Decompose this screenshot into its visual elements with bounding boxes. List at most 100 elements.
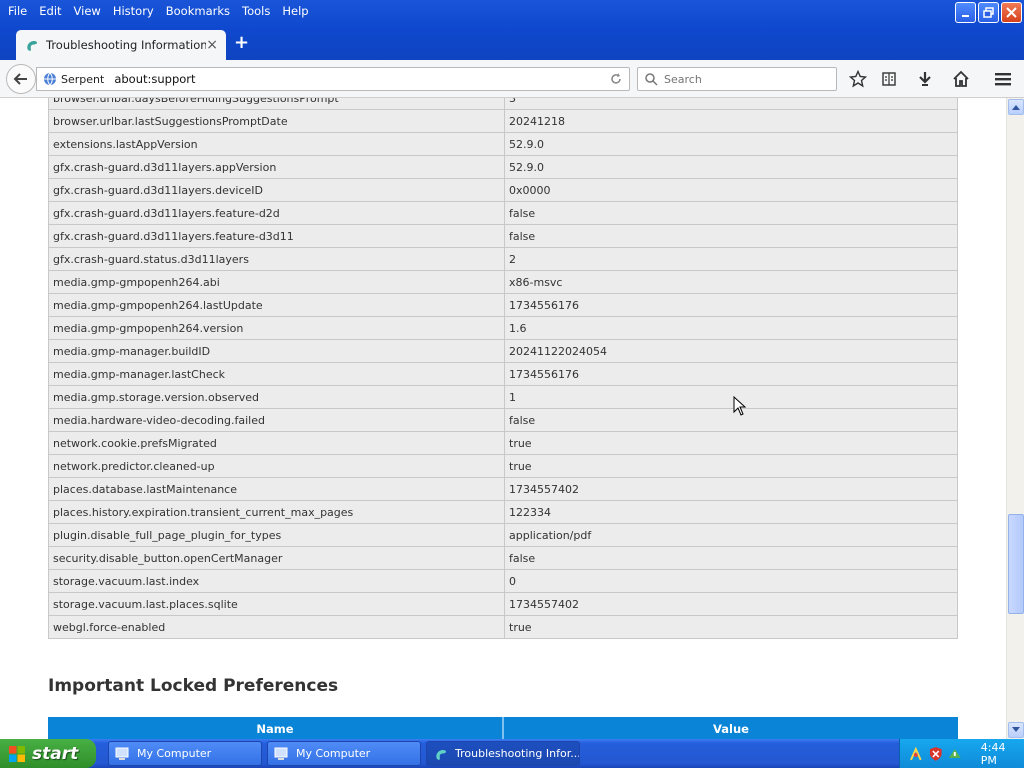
network-icon[interactable]: [908, 746, 924, 762]
pref-value-cell: 52.9.0: [504, 155, 958, 179]
windows-flag-icon: [9, 745, 25, 762]
search-input[interactable]: [664, 72, 814, 86]
table-row: storage.vacuum.last.places.sqlite 1734557…: [48, 592, 958, 616]
taskbar-item-my-computer-1[interactable]: My Computer: [108, 741, 262, 766]
locked-preferences-table-header: Name Value: [48, 717, 958, 739]
pref-name-cell: places.database.lastMaintenance: [48, 477, 505, 501]
pref-name-cell: places.history.expiration.transient_curr…: [48, 500, 505, 524]
search-icon: [645, 73, 658, 86]
close-icon: [1006, 7, 1017, 18]
taskbar-item-my-computer-2[interactable]: My Computer: [267, 741, 421, 766]
table-row: gfx.crash-guard.d3d11layers.feature-d2d f…: [48, 201, 958, 225]
minimize-icon: [961, 14, 969, 17]
menu-view[interactable]: View: [68, 2, 107, 20]
menu-bookmarks[interactable]: Bookmarks: [160, 2, 236, 20]
vertical-scrollbar[interactable]: [1006, 98, 1024, 739]
modified-preferences-table: browser.urlbar.daysBeforeHidingSuggestio…: [48, 98, 958, 639]
bookmark-star-button[interactable]: [847, 68, 869, 90]
table-row: gfx.crash-guard.d3d11layers.feature-d3d1…: [48, 224, 958, 248]
pref-name-cell: media.gmp-gmpopenh264.version: [48, 316, 505, 340]
downloads-button[interactable]: [914, 68, 936, 90]
table-row: plugin.disable_full_page_plugin_for_type…: [48, 523, 958, 547]
menu-file[interactable]: File: [2, 2, 33, 20]
tab-close-icon[interactable]: ×: [206, 37, 218, 53]
computer-icon: [274, 747, 288, 760]
clipboard-icon: [882, 72, 896, 86]
tab-troubleshooting[interactable]: Troubleshooting Information ×: [16, 30, 226, 60]
pref-value-cell: 1: [504, 385, 958, 409]
table-row: places.database.lastMaintenance 173455740…: [48, 477, 958, 501]
serpent-icon: [27, 41, 38, 51]
restore-button[interactable]: [978, 2, 999, 23]
table-row: media.gmp-gmpopenh264.abi x86-msvc: [48, 270, 958, 294]
page-content: browser.urlbar.daysBeforeHidingSuggestio…: [0, 98, 1006, 739]
taskbar-item-label: My Computer: [296, 747, 371, 760]
pref-value-cell: false: [504, 408, 958, 432]
pref-name-cell: network.cookie.prefsMigrated: [48, 431, 505, 455]
pref-value-cell: 1.6: [504, 316, 958, 340]
table-row: gfx.crash-guard.status.d3d11layers 2: [48, 247, 958, 271]
pref-value-cell: 1734556176: [504, 362, 958, 386]
menu-history[interactable]: History: [107, 2, 160, 20]
pref-value-cell: true: [504, 615, 958, 639]
system-tray: 4:44 PM: [899, 739, 1024, 768]
taskbar-item-troubleshooting[interactable]: Troubleshooting Infor...: [426, 741, 580, 766]
reading-list-button[interactable]: [878, 68, 900, 90]
search-bar[interactable]: [637, 67, 837, 91]
pref-value-cell: 52.9.0: [504, 132, 958, 156]
table-row: webgl.force-enabled true: [48, 615, 958, 639]
menu-edit[interactable]: Edit: [33, 2, 67, 20]
hamburger-menu-button[interactable]: [992, 68, 1014, 90]
back-arrow-icon: [13, 73, 27, 85]
menu-tools[interactable]: Tools: [236, 2, 276, 20]
back-button[interactable]: [6, 64, 36, 94]
star-icon: [849, 70, 867, 88]
computer-icon: [115, 747, 129, 760]
home-button[interactable]: [950, 68, 972, 90]
update-icon[interactable]: [947, 746, 963, 762]
menu-help[interactable]: Help: [276, 2, 314, 20]
scroll-up-button[interactable]: [1008, 99, 1024, 115]
reload-icon[interactable]: [609, 72, 623, 86]
pref-name-cell: browser.urlbar.lastSuggestionsPromptDate: [48, 109, 505, 133]
table-row: media.gmp-manager.lastCheck 1734556176: [48, 362, 958, 386]
window-titlebar: File Edit View History Bookmarks Tools H…: [0, 0, 1024, 60]
table-row: media.gmp-manager.buildID 20241122024054: [48, 339, 958, 363]
hamburger-icon: [995, 73, 1011, 86]
table-row: browser.urlbar.lastSuggestionsPromptDate…: [48, 109, 958, 133]
table-row: extensions.lastAppVersion 52.9.0: [48, 132, 958, 156]
table-row: media.hardware-video-decoding.failed fals…: [48, 408, 958, 432]
table-row: gfx.crash-guard.d3d11layers.deviceID 0x00…: [48, 178, 958, 202]
scroll-down-button[interactable]: [1008, 722, 1024, 738]
system-clock: 4:44 PM: [980, 740, 1006, 767]
pref-value-cell: x86-msvc: [504, 270, 958, 294]
site-identity-label[interactable]: Serpent: [61, 73, 104, 86]
pref-name-cell: browser.urlbar.daysBeforeHidingSuggestio…: [48, 98, 505, 110]
pref-value-cell: 20241122024054: [504, 339, 958, 363]
globe-icon: [44, 72, 56, 86]
pref-value-cell: 1734557402: [504, 477, 958, 501]
pref-name-cell: media.hardware-video-decoding.failed: [48, 408, 505, 432]
url-bar[interactable]: Serpent about:support: [36, 67, 630, 91]
minimize-button[interactable]: [955, 2, 976, 23]
pref-name-cell: extensions.lastAppVersion: [48, 132, 505, 156]
url-text[interactable]: about:support: [114, 72, 609, 86]
pref-value-cell: false: [504, 224, 958, 248]
pref-name-cell: webgl.force-enabled: [48, 615, 505, 639]
pref-value-cell: 0x0000: [504, 178, 958, 202]
scrollbar-thumb[interactable]: [1008, 514, 1024, 614]
table-row: storage.vacuum.last.index 0: [48, 569, 958, 593]
pref-name-cell: network.predictor.cleaned-up: [48, 454, 505, 478]
start-label: start: [32, 743, 79, 764]
pref-name-cell: media.gmp.storage.version.observed: [48, 385, 505, 409]
start-button[interactable]: start: [0, 739, 96, 768]
pref-name-cell: media.gmp-manager.lastCheck: [48, 362, 505, 386]
pref-name-cell: gfx.crash-guard.d3d11layers.deviceID: [48, 178, 505, 202]
close-window-button[interactable]: [1001, 2, 1022, 23]
pref-name-cell: security.disable_button.openCertManager: [48, 546, 505, 570]
locked-preferences-heading: Important Locked Preferences: [48, 676, 339, 696]
security-alert-icon[interactable]: [928, 746, 944, 762]
taskbar-item-label: Troubleshooting Infor...: [455, 747, 580, 760]
new-tab-button[interactable]: +: [234, 32, 249, 53]
chevron-up-icon: [1012, 105, 1020, 110]
